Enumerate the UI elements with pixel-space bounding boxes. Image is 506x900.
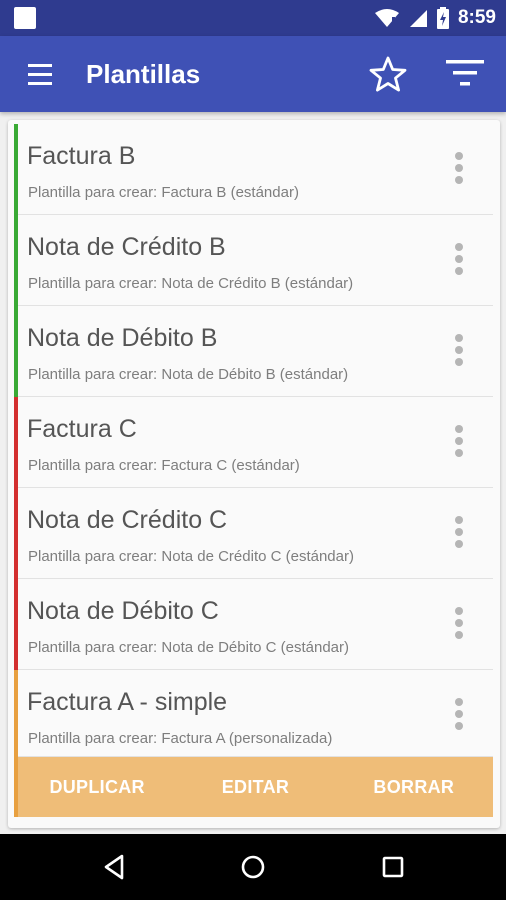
- template-item[interactable]: Factura B Plantilla para crear: Factura …: [14, 124, 493, 215]
- favorites-button[interactable]: [364, 52, 412, 96]
- page-title: Plantillas: [86, 59, 201, 89]
- template-title: Factura C: [27, 415, 137, 443]
- more-options-icon[interactable]: [451, 152, 467, 188]
- template-title: Factura A - simple: [27, 688, 228, 716]
- template-item[interactable]: Nota de Débito C Plantilla para crear: N…: [14, 579, 493, 670]
- more-options-icon[interactable]: [451, 425, 467, 461]
- template-subtitle: Plantilla para crear: Nota de Crédito B …: [28, 275, 354, 292]
- hamburger-menu-icon: [28, 64, 52, 85]
- template-title: Nota de Crédito C: [27, 506, 228, 534]
- template-item[interactable]: Nota de Crédito B Plantilla para crear: …: [14, 215, 493, 306]
- recents-button[interactable]: [373, 849, 413, 885]
- template-subtitle: Plantilla para crear: Factura C (estánda…: [28, 457, 300, 474]
- menu-button[interactable]: [18, 56, 62, 92]
- navigation-bar: [0, 834, 506, 900]
- template-title: Nota de Débito C: [27, 597, 219, 625]
- more-options-icon[interactable]: [451, 516, 467, 552]
- back-button[interactable]: [94, 849, 134, 885]
- filter-icon: [446, 60, 484, 86]
- back-triangle-icon: [104, 854, 124, 880]
- recents-square-icon: [382, 856, 404, 878]
- home-button[interactable]: [233, 849, 273, 885]
- battery-icon: [436, 7, 449, 29]
- signal-icon: [409, 10, 427, 27]
- status-time: 8:59: [457, 7, 496, 28]
- template-item[interactable]: Nota de Débito B Plantilla para crear: N…: [14, 306, 493, 397]
- templates-card: Factura B Plantilla para crear: Factura …: [8, 120, 500, 828]
- status-bar: 8:59: [0, 0, 506, 36]
- duplicate-button[interactable]: DUPLICAR: [18, 777, 176, 798]
- more-options-icon[interactable]: [451, 607, 467, 643]
- filter-button[interactable]: [440, 54, 490, 94]
- star-icon: [369, 56, 407, 92]
- template-subtitle: Plantilla para crear: Factura A (persona…: [28, 730, 333, 747]
- more-options-icon[interactable]: [451, 334, 467, 370]
- app-bar: Plantillas: [0, 36, 506, 112]
- notification-icon: [14, 7, 36, 29]
- template-subtitle: Plantilla para crear: Nota de Débito C (…: [28, 639, 349, 656]
- template-item-selected[interactable]: Factura A - simple Plantilla para crear:…: [14, 670, 493, 757]
- home-circle-icon: [241, 855, 265, 879]
- template-subtitle: Plantilla para crear: Factura B (estánda…: [28, 184, 299, 201]
- template-title: Factura B: [27, 142, 136, 170]
- edit-button[interactable]: EDITAR: [176, 777, 334, 798]
- delete-button[interactable]: BORRAR: [335, 777, 493, 798]
- template-subtitle: Plantilla para crear: Nota de Crédito C …: [28, 548, 354, 565]
- more-options-icon[interactable]: [451, 243, 467, 279]
- template-title: Nota de Crédito B: [27, 233, 226, 261]
- template-item[interactable]: Nota de Crédito C Plantilla para crear: …: [14, 488, 493, 579]
- template-item[interactable]: Factura C Plantilla para crear: Factura …: [14, 397, 493, 488]
- template-subtitle: Plantilla para crear: Nota de Débito B (…: [28, 366, 349, 383]
- more-options-icon[interactable]: [451, 698, 467, 734]
- wifi-icon: [374, 9, 399, 27]
- status-icons: 8:59: [374, 0, 496, 36]
- template-title: Nota de Débito B: [27, 324, 218, 352]
- template-actions-bar: DUPLICAR EDITAR BORRAR: [14, 757, 493, 817]
